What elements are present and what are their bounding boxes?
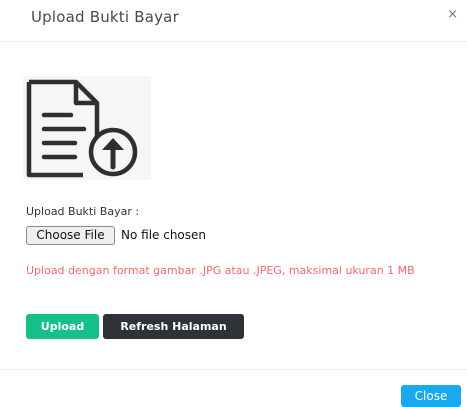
document-upload-icon	[23, 76, 151, 180]
choose-file-button[interactable]: Choose File	[26, 226, 115, 245]
upload-button[interactable]: Upload	[26, 314, 99, 339]
footer-divider	[0, 369, 467, 370]
upload-format-warning: Upload dengan format gambar .JPG atau .J…	[26, 264, 415, 277]
refresh-page-button[interactable]: Refresh Halaman	[103, 314, 244, 339]
upload-field-label: Upload Bukti Bayar :	[26, 205, 140, 218]
close-button[interactable]: Close	[401, 385, 461, 407]
modal-header: Upload Bukti Bayar ×	[0, 0, 467, 42]
modal-title: Upload Bukti Bayar	[31, 8, 179, 26]
upload-modal: Upload Bukti Bayar × Upload Bukti Bayar …	[0, 0, 467, 407]
file-status-text: No file chosen	[121, 228, 207, 242]
close-icon[interactable]: ×	[447, 8, 458, 21]
